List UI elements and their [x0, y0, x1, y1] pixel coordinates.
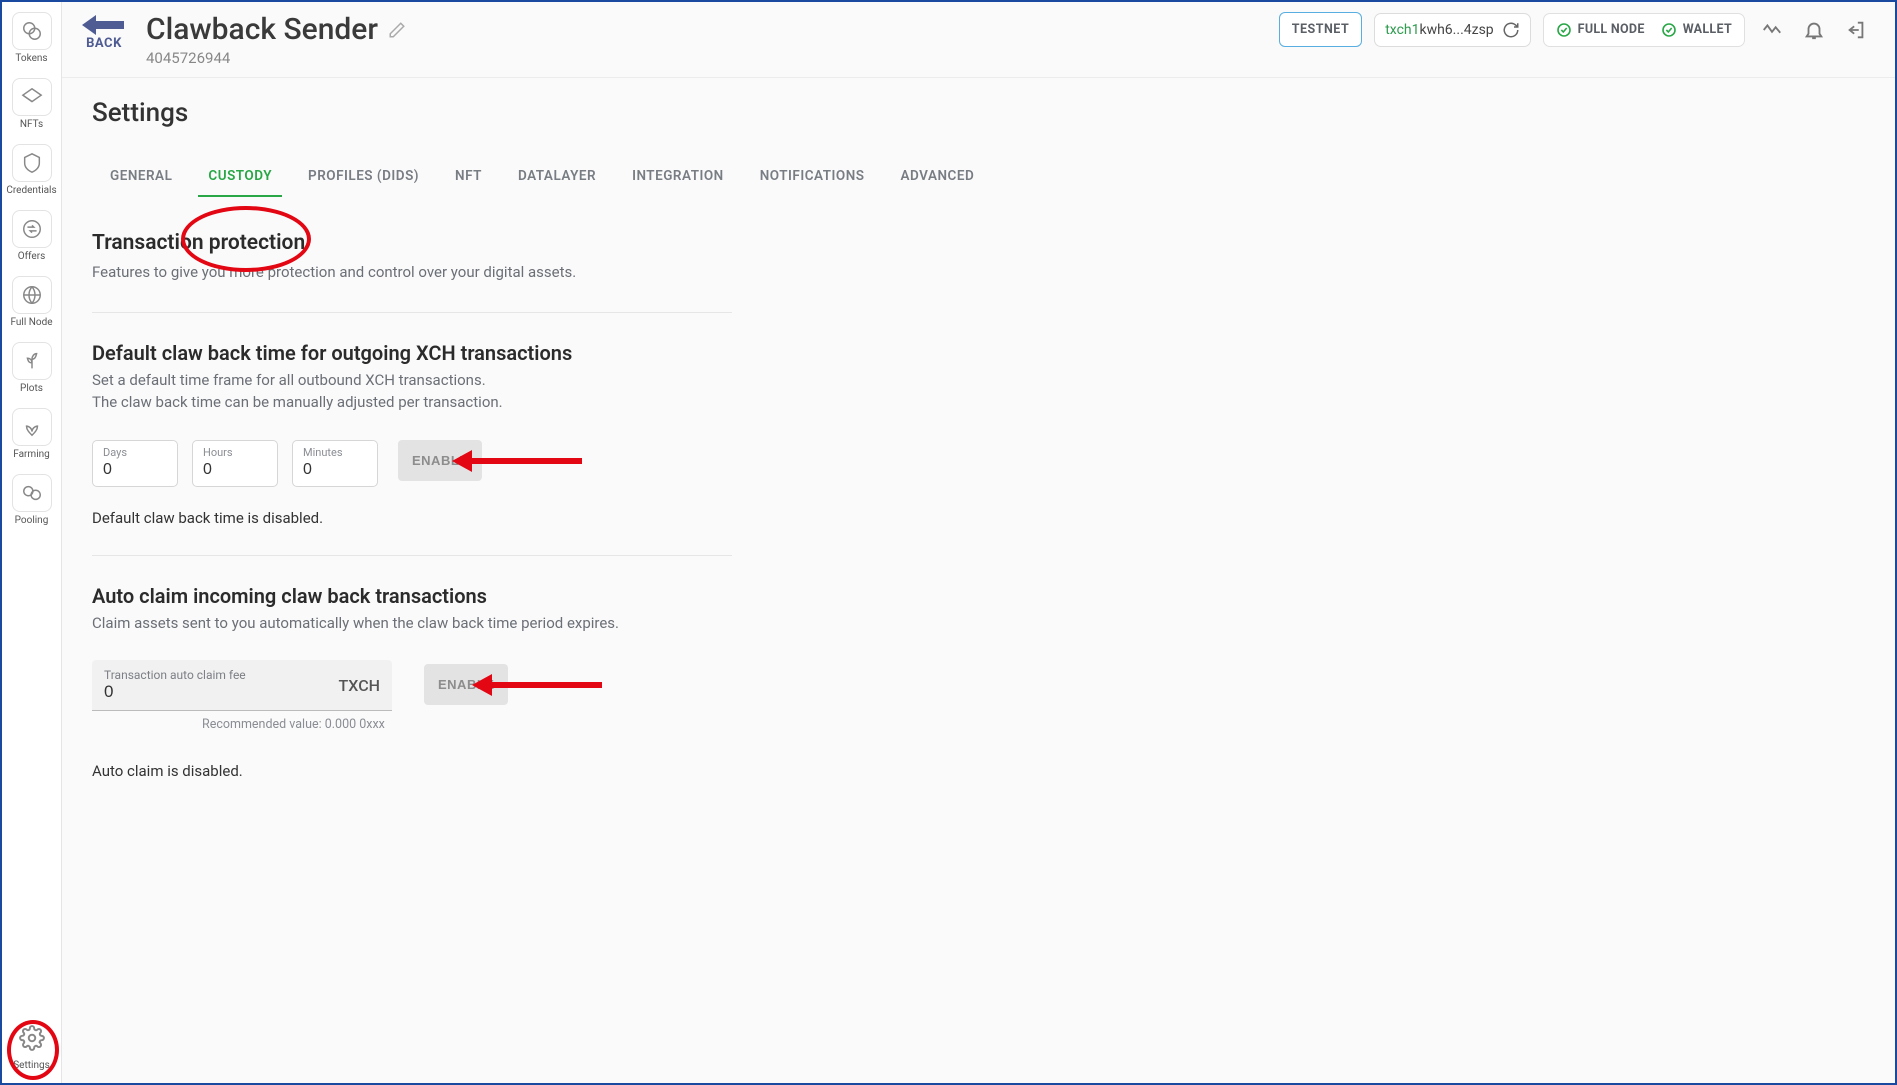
- hours-input[interactable]: [203, 460, 267, 479]
- sidebar-item-plots[interactable]: Plots: [10, 342, 54, 394]
- recommended-text: Recommended value: 0.000 0xxx: [202, 717, 392, 732]
- address-pill[interactable]: txch1kwh6...4zsp: [1374, 13, 1530, 47]
- clawback-desc1: Set a default time frame for all outboun…: [92, 369, 732, 392]
- clawback-status: Default claw back time is disabled.: [92, 509, 732, 527]
- sidebar-item-settings[interactable]: Settings: [10, 1019, 54, 1071]
- address-rest: kwh6...4zsp: [1419, 22, 1493, 38]
- tab-custody[interactable]: CUSTODY: [190, 156, 290, 196]
- offers-icon: [12, 210, 52, 248]
- tab-profiles[interactable]: PROFILES (DIDS): [290, 156, 437, 196]
- fee-box[interactable]: Transaction auto claim fee TXCH: [92, 660, 392, 711]
- autoclaim-desc: Claim assets sent to you automatically w…: [92, 612, 732, 635]
- sidebar-item-label: Full Node: [10, 317, 52, 328]
- fee-unit: TXCH: [339, 676, 380, 695]
- tab-notifications[interactable]: NOTIFICATIONS: [742, 156, 883, 196]
- autoclaim-title: Auto claim incoming claw back transactio…: [92, 584, 732, 608]
- sidebar: Tokens NFTs Credentials Offers Full Node: [2, 2, 62, 1083]
- node-status-pill: FULL NODE WALLET: [1543, 13, 1745, 47]
- sidebar-item-offers[interactable]: Offers: [10, 210, 54, 262]
- enable-clawback-button[interactable]: ENABLE: [398, 440, 482, 481]
- back-button[interactable]: BACK: [80, 12, 128, 51]
- hours-field[interactable]: Hours: [192, 440, 278, 487]
- page-subtitle: 4045726944: [146, 49, 406, 67]
- refresh-icon[interactable]: [1502, 21, 1520, 39]
- nfts-icon: [12, 78, 52, 116]
- tab-nft[interactable]: NFT: [437, 156, 500, 196]
- status-fullnode: FULL NODE: [1556, 22, 1645, 38]
- sidebar-item-label: Credentials: [6, 185, 56, 196]
- sidebar-item-label: Offers: [18, 251, 46, 262]
- check-icon: [1556, 22, 1572, 38]
- clawback-title: Default claw back time for outgoing XCH …: [92, 341, 732, 365]
- tokens-icon: [12, 12, 52, 50]
- bell-icon[interactable]: [1799, 15, 1829, 45]
- divider: [92, 555, 732, 556]
- sidebar-item-label: NFTs: [20, 119, 43, 130]
- sidebar-item-label: Pooling: [15, 515, 49, 526]
- sidebar-item-tokens[interactable]: Tokens: [10, 12, 54, 64]
- sidebar-item-fullnode[interactable]: Full Node: [10, 276, 54, 328]
- protection-desc: Features to give you more protection and…: [92, 261, 732, 284]
- status-wallet: WALLET: [1661, 22, 1732, 38]
- protection-title: Transaction protection: [92, 231, 732, 255]
- settings-heading: Settings: [92, 98, 1865, 128]
- edit-pencil-icon[interactable]: [388, 21, 406, 39]
- days-input[interactable]: [103, 460, 167, 479]
- testnet-badge: TESTNET: [1279, 12, 1362, 47]
- header: BACK Clawback Sender 4045726944 TESTNET …: [62, 2, 1895, 78]
- tab-advanced[interactable]: ADVANCED: [883, 156, 993, 196]
- pooling-icon: [12, 474, 52, 512]
- connect-icon[interactable]: [1757, 15, 1787, 45]
- back-arrow-icon: [80, 12, 128, 38]
- tab-integration[interactable]: INTEGRATION: [614, 156, 742, 196]
- sidebar-item-label: Farming: [13, 449, 50, 460]
- minutes-input[interactable]: [303, 460, 367, 479]
- page-title: Clawback Sender: [146, 12, 378, 47]
- days-label: Days: [103, 446, 167, 459]
- farming-icon: [12, 408, 52, 446]
- settings-icon: [12, 1019, 52, 1057]
- sidebar-item-label: Plots: [20, 383, 43, 394]
- sidebar-item-pooling[interactable]: Pooling: [10, 474, 54, 526]
- days-field[interactable]: Days: [92, 440, 178, 487]
- clawback-desc2: The claw back time can be manually adjus…: [92, 391, 732, 414]
- logout-icon[interactable]: [1841, 15, 1871, 45]
- sidebar-item-credentials[interactable]: Credentials: [10, 144, 54, 196]
- sidebar-item-label: Tokens: [15, 53, 47, 64]
- tab-datalayer[interactable]: DATALAYER: [500, 156, 614, 196]
- check-icon: [1661, 22, 1677, 38]
- plots-icon: [12, 342, 52, 380]
- minutes-field[interactable]: Minutes: [292, 440, 378, 487]
- tab-general[interactable]: GENERAL: [92, 156, 190, 196]
- sidebar-item-label: Settings: [13, 1060, 50, 1071]
- divider: [92, 312, 732, 313]
- sidebar-item-farming[interactable]: Farming: [10, 408, 54, 460]
- enable-autoclaim-button[interactable]: ENABLE: [424, 664, 508, 705]
- back-label: BACK: [86, 36, 122, 51]
- credentials-icon: [12, 144, 52, 182]
- fee-label: Transaction auto claim fee: [104, 668, 339, 682]
- settings-tabs: GENERAL CUSTODY PROFILES (DIDS) NFT DATA…: [92, 156, 1865, 197]
- sidebar-item-nfts[interactable]: NFTs: [10, 78, 54, 130]
- minutes-label: Minutes: [303, 446, 367, 459]
- fee-input[interactable]: [104, 682, 339, 702]
- address-prefix: txch1: [1385, 22, 1419, 38]
- hours-label: Hours: [203, 446, 267, 459]
- fullnode-icon: [12, 276, 52, 314]
- autoclaim-status: Auto claim is disabled.: [92, 762, 732, 780]
